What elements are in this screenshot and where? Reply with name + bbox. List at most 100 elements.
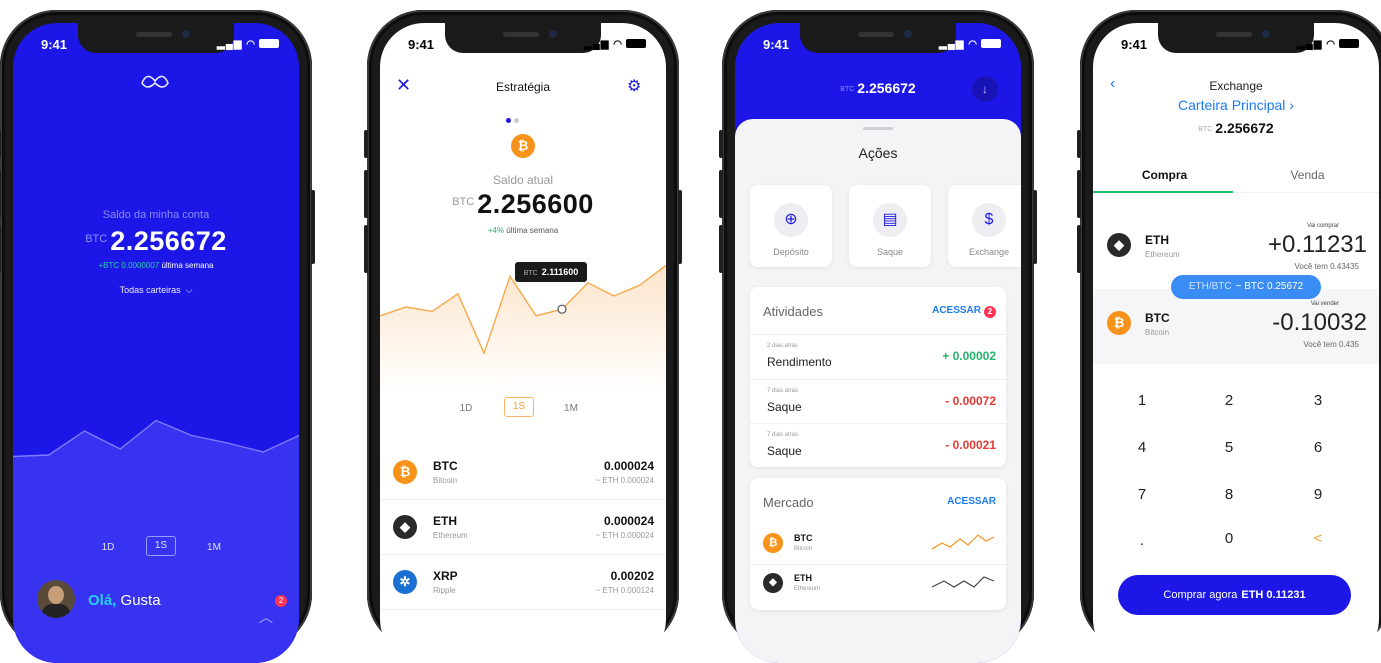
hardware-button: [364, 225, 368, 273]
activities-title: Atividades: [763, 304, 823, 319]
status-icons: ▂▄▆ ◠: [939, 39, 1001, 50]
tab-buy[interactable]: Compra: [1093, 168, 1236, 182]
asset-name: Bitcoin: [433, 476, 457, 485]
wallet-selector[interactable]: Carteira Principal ›: [1093, 97, 1379, 113]
exchange-screen: 9:41 ▂▄▆ ◠ ‹ Exchange Carteira Principal…: [1093, 23, 1379, 663]
gear-icon[interactable]: ⚙: [627, 76, 641, 96]
balance-currency: BTC: [1198, 126, 1212, 133]
wifi-icon: ◠: [1326, 39, 1336, 50]
sell-row[interactable]: ₿ BTC Bitcoin Vai vender -0.10032 Você t…: [1093, 289, 1379, 364]
phone-frame-actions: 9:41 ▂▄▆ ◠ BTC2.256672 ↓ Ações ⊕ Depósit…: [722, 10, 1034, 650]
buy-now-button[interactable]: Comprar agoraETH 0.11231: [1118, 575, 1351, 615]
asset-name: Ripple: [433, 586, 456, 595]
activity-row[interactable]: 7 dias atrás Saque - 0.00021: [750, 423, 1006, 467]
balance-value: 2.256672: [857, 80, 915, 96]
period-1s[interactable]: 1S: [504, 397, 534, 417]
home-screen: 9:41 ▂▄▆ ◠ Saldo da minha conta BTC2.256…: [13, 23, 299, 663]
market-row-btc[interactable]: ₿ BTC Bitcoin: [750, 525, 1006, 561]
hardware-button: [0, 170, 1, 218]
tooltip-value: 2.111600: [542, 267, 579, 277]
status-time: 9:41: [408, 37, 434, 52]
activity-name: Saque: [767, 444, 802, 458]
ethereum-icon: ◆: [393, 515, 417, 539]
asset-conversion: ~ ETH 0.000024: [596, 531, 654, 540]
buy-label: Vai comprar: [1307, 223, 1339, 229]
key-6[interactable]: 6: [1288, 439, 1348, 456]
phone-frame-strategy: 9:41 ▂▄▆ ◠ ✕ Estratégia ⚙ ₿ Saldo atual …: [367, 10, 679, 650]
activity-row[interactable]: 2 dias atrás Rendimento + 0.00002: [750, 334, 1006, 378]
market-row-eth[interactable]: ◆ ETH Ethereum: [750, 564, 1006, 600]
period-1d[interactable]: 1D: [93, 538, 123, 558]
chevron-up-icon[interactable]: ︿: [259, 607, 273, 621]
tab-sell[interactable]: Venda: [1236, 168, 1379, 182]
hardware-button: [1077, 130, 1081, 158]
rate-pill: ETH/BTC~ BTC 0.25672: [1171, 275, 1321, 299]
action-withdraw[interactable]: ▤ Saque: [849, 185, 931, 267]
period-1s[interactable]: 1S: [146, 536, 176, 556]
asset-row-xrp[interactable]: ✲ XRP Ripple 0.00202 ~ ETH 0.000124: [380, 555, 666, 610]
key-decimal[interactable]: .: [1112, 532, 1172, 549]
status-bar: 9:41 ▂▄▆ ◠: [735, 37, 1021, 55]
balance-value: 2.256600: [477, 189, 594, 219]
sell-name: Bitcoin: [1145, 328, 1169, 337]
avatar[interactable]: [37, 580, 75, 618]
atm-withdraw-icon: ▤: [873, 203, 907, 237]
ripple-icon: ✲: [393, 570, 417, 594]
key-9[interactable]: 9: [1288, 486, 1348, 503]
battery-icon: [1339, 39, 1359, 48]
arrow-down-icon[interactable]: ↓: [972, 76, 998, 102]
hardware-button: [1077, 225, 1081, 273]
key-0[interactable]: 0: [1199, 530, 1259, 547]
market-symbol: ETH: [794, 573, 812, 583]
chart-area: [380, 265, 666, 393]
wifi-icon: ◠: [246, 39, 256, 50]
ethereum-icon: ◆: [763, 573, 783, 593]
asset-symbol: ETH: [433, 514, 457, 528]
wallet-selector-label: Todas carteiras: [120, 285, 181, 295]
asset-row-btc[interactable]: ₿ BTC Bitcoin 0.000024 ~ ETH 0.000024: [380, 445, 666, 500]
activities-link[interactable]: ACESSAR2: [932, 305, 996, 318]
signal-icon: ▂▄▆: [584, 39, 609, 50]
activity-row[interactable]: 7 dias atrás Saque - 0.00072: [750, 379, 1006, 423]
wallet-deposit-icon: ⊕: [774, 203, 808, 237]
page-title: Estratégia: [380, 80, 666, 94]
buy-have: Você tem 0.43435: [1295, 262, 1360, 271]
key-1[interactable]: 1: [1112, 392, 1172, 409]
actions-screen: 9:41 ▂▄▆ ◠ BTC2.256672 ↓ Ações ⊕ Depósit…: [735, 23, 1021, 663]
key-5[interactable]: 5: [1199, 439, 1259, 456]
hardware-button: [364, 130, 368, 158]
activity-time: 7 dias atrás: [767, 388, 798, 394]
chevron-down-icon: ⌵: [183, 285, 192, 295]
activity-time: 2 dias atrás: [767, 343, 798, 349]
chart-tooltip: BTC2.111600: [515, 262, 587, 282]
bitcoin-icon: ₿: [763, 533, 783, 553]
period-1m[interactable]: 1M: [199, 538, 229, 558]
period-1d[interactable]: 1D: [451, 399, 481, 419]
wifi-icon: ◠: [613, 39, 623, 50]
wallet-selector[interactable]: Todas carteiras ⌵: [13, 285, 299, 296]
key-3[interactable]: 3: [1288, 392, 1348, 409]
greeting: Olá, Gusta: [88, 592, 161, 609]
page-indicator: [506, 110, 522, 128]
page-title: Exchange: [1093, 79, 1379, 93]
key-2[interactable]: 2: [1199, 392, 1259, 409]
key-8[interactable]: 8: [1199, 486, 1259, 503]
activity-name: Saque: [767, 400, 802, 414]
hardware-button: [678, 190, 682, 264]
activities-card: Atividades ACESSAR2 2 dias atrás Rendime…: [750, 287, 1006, 467]
action-deposit[interactable]: ⊕ Depósito: [750, 185, 832, 267]
asset-symbol: BTC: [433, 459, 458, 473]
key-backspace[interactable]: <: [1288, 530, 1348, 547]
activity-name: Rendimento: [767, 355, 832, 369]
sheet-handle[interactable]: [863, 127, 893, 130]
key-4[interactable]: 4: [1112, 439, 1172, 456]
strategy-screen: 9:41 ▂▄▆ ◠ ✕ Estratégia ⚙ ₿ Saldo atual …: [380, 23, 666, 663]
balance-value: 2.256672: [110, 226, 227, 256]
delta-period: última semana: [161, 261, 213, 270]
balance-currency: BTC: [85, 233, 107, 245]
key-7[interactable]: 7: [1112, 486, 1172, 503]
action-exchange[interactable]: $ Exchange: [948, 185, 1021, 267]
market-link[interactable]: ACESSAR: [947, 496, 996, 507]
asset-row-eth[interactable]: ◆ ETH Ethereum 0.000024 ~ ETH 0.000024: [380, 500, 666, 555]
period-1m[interactable]: 1M: [556, 399, 586, 419]
